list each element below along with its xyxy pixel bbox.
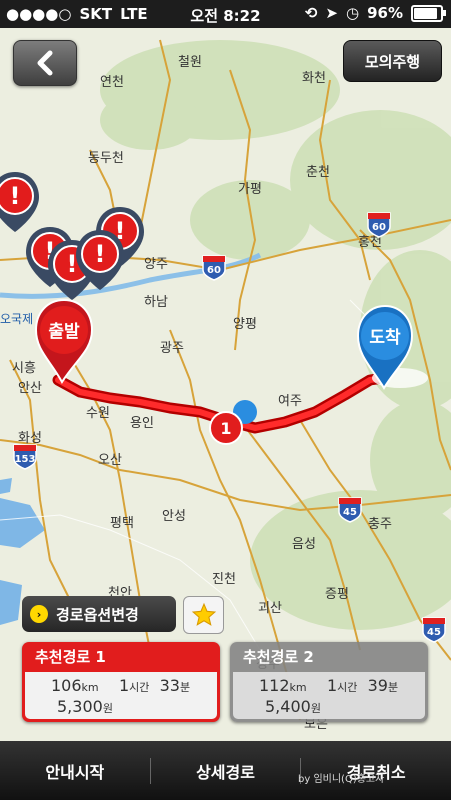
minutes-unit: 분: [179, 681, 191, 694]
hours-unit: 시간: [129, 681, 150, 694]
battery-icon: [411, 4, 446, 22]
map-place-label: 연천: [100, 75, 124, 90]
route-fee-value: 5,300: [57, 697, 103, 716]
route-summary: 106km 1시간 33분: [51, 676, 190, 695]
battery-percent: 96%: [367, 4, 403, 22]
chevron-left-icon: [37, 50, 53, 76]
map-place-label: 여주: [278, 394, 302, 409]
svg-text:!: !: [67, 250, 78, 278]
battery-fill: [414, 7, 438, 19]
route-card-title: 추천경로 2: [243, 648, 314, 666]
route-hours: 1: [326, 676, 338, 695]
svg-text:!: !: [10, 182, 21, 210]
svg-text:60: 60: [207, 265, 221, 276]
highway-shield-icon: 153: [13, 444, 37, 470]
chevron-right-icon: ›: [30, 605, 48, 623]
map-place-label: 화성: [18, 431, 42, 446]
svg-text:출발: 출발: [48, 322, 80, 342]
map-place-label: 하남: [144, 295, 168, 310]
route-summary: 112km 1시간 39분: [259, 676, 398, 695]
map-place-label: 오국제: [0, 312, 33, 326]
svg-text:1: 1: [220, 419, 231, 438]
fee-unit: 원: [102, 702, 113, 715]
map-place-label: 괴산: [258, 601, 282, 616]
route-card-title: 추천경로 1: [35, 648, 106, 666]
distance-unit: km: [289, 681, 307, 694]
route-minutes: 39: [367, 676, 388, 695]
svg-text:45: 45: [427, 627, 441, 638]
route-detail-button[interactable]: 상세경로: [151, 759, 301, 783]
route-distance: 112: [259, 676, 290, 695]
map-place-label: 안성: [162, 509, 186, 524]
svg-text:45: 45: [343, 507, 357, 518]
watermark: by 임비니(Q)홍고자: [298, 774, 385, 785]
star-icon: [191, 602, 216, 626]
clock: 오전 8:22: [190, 7, 261, 25]
distance-unit: km: [81, 681, 99, 694]
location-icon: ➤: [325, 4, 338, 22]
highway-shield-icon: 45: [422, 617, 446, 643]
route-card-1[interactable]: 추천경로 1 106km 1시간 33분 5,300원: [22, 642, 220, 722]
back-button[interactable]: [13, 40, 77, 86]
map-place-label: 용인: [130, 416, 154, 431]
map-place-label: 동두천: [88, 151, 124, 166]
map-place-label: 철원: [178, 55, 202, 70]
simulate-drive-button[interactable]: 모의주행: [343, 40, 442, 82]
fee-unit: 원: [310, 702, 321, 715]
route-fee-value: 5,400: [265, 697, 311, 716]
favorite-button[interactable]: [183, 596, 224, 634]
status-bar: ●●●●○ SKT LTE 오전 8:22 ⟲ ➤ ◷ 96%: [0, 0, 451, 28]
map-place-label: 춘천: [306, 165, 330, 180]
route-minutes: 33: [159, 676, 180, 695]
map-place-label: 오산: [98, 453, 122, 468]
map-place-label: 충주: [368, 517, 392, 532]
start-guidance-button[interactable]: 안내시작: [0, 759, 150, 783]
map-place-label: 진천: [212, 572, 236, 587]
highway-shield-icon: 45: [338, 497, 362, 523]
route-card-2[interactable]: 추천경로 2 112km 1시간 39분 5,400원: [230, 642, 428, 722]
map-place-label: 양주: [144, 257, 168, 272]
route-fee: 5,400원: [265, 697, 321, 716]
rotation-lock-icon: ⟲: [304, 4, 318, 22]
route-distance: 106: [51, 676, 82, 695]
map-place-label: 시흥: [12, 361, 36, 376]
highway-shield-icon: 60: [367, 212, 391, 238]
svg-text:60: 60: [372, 222, 386, 233]
svg-text:도착: 도착: [369, 328, 401, 348]
map-place-label: 안산: [18, 381, 42, 396]
route-card-body: 106km 1시간 33분 5,300원: [25, 672, 217, 719]
alarm-icon: ◷: [346, 4, 360, 22]
svg-text:153: 153: [15, 454, 36, 465]
map-place-label: 증평: [325, 587, 349, 602]
map-place-label: 광주: [160, 341, 184, 356]
map-place-label: 양평: [233, 317, 257, 332]
map-place-label: 수원: [86, 406, 110, 421]
route-fee: 5,300원: [57, 697, 113, 716]
svg-text:!: !: [95, 240, 106, 268]
hours-unit: 시간: [337, 681, 358, 694]
route-card-body: 112km 1시간 39분 5,400원: [233, 672, 425, 719]
map-place-label: 음성: [292, 537, 316, 552]
minutes-unit: 분: [387, 681, 399, 694]
map-place-label: 화천: [302, 71, 326, 86]
route-hours: 1: [118, 676, 130, 695]
route-option-label: 경로옵션변경: [56, 605, 139, 624]
route-option-button[interactable]: › 경로옵션변경: [22, 596, 176, 632]
map-place-label: 가평: [238, 182, 262, 197]
highway-shield-icon: 60: [202, 255, 226, 281]
map-place-label: 평택: [110, 516, 134, 531]
